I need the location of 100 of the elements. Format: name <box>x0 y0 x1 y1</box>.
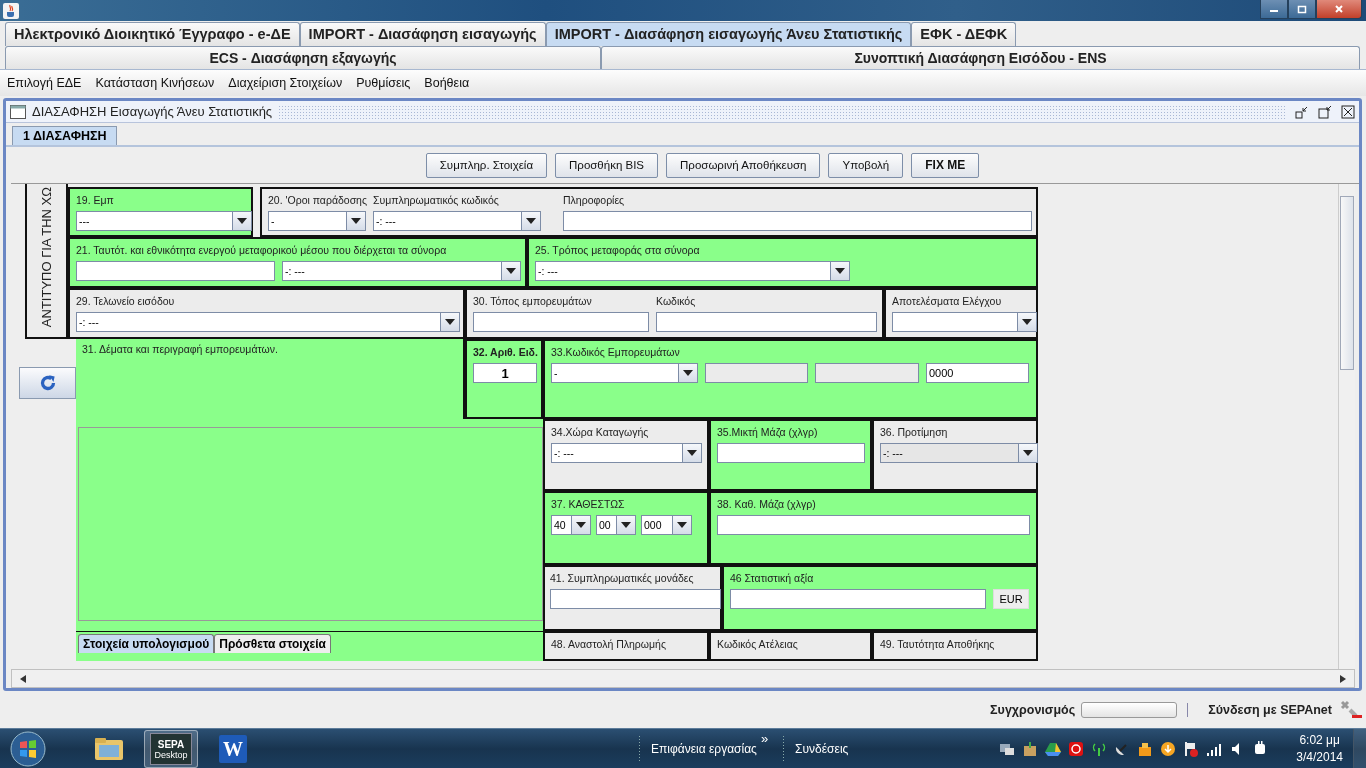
field-label: 34.Χώρα Καταγωγής <box>551 426 650 438</box>
input-field[interactable]: 1 <box>473 363 537 383</box>
field-label: Συμπληρωματικός κωδικός <box>373 194 500 206</box>
section-tab[interactable]: Στοιχεία υπολογισμού <box>78 634 215 653</box>
caret-icon <box>1023 450 1033 456</box>
dropdown[interactable]: - <box>268 211 366 231</box>
dropdown[interactable] <box>892 312 1037 332</box>
menu-item[interactable]: Ρυθμίσεις <box>356 76 411 90</box>
dropdown[interactable]: 40 <box>551 515 591 535</box>
action-button[interactable]: Συμπληρ. Στοιχεία <box>425 152 548 178</box>
field-label: Κωδικός <box>656 295 697 307</box>
minimize-button[interactable] <box>1260 0 1288 19</box>
field-label: Αποτελέσματα Ελέγχου <box>892 295 1003 307</box>
action-button[interactable]: Προσωρινή Αποθήκευση <box>666 152 821 178</box>
action-button[interactable]: FIX ME <box>911 152 980 178</box>
package-icon[interactable] <box>1022 741 1039 757</box>
input-field[interactable] <box>563 211 1032 231</box>
maximize-button[interactable] <box>1288 0 1316 19</box>
dropdown[interactable]: -: --- <box>551 443 702 463</box>
field-label: 25. Τρόπος μεταφοράς στα σύνορα <box>535 244 701 256</box>
left-arrow-icon[interactable] <box>20 674 26 683</box>
update-icon[interactable] <box>1160 741 1177 757</box>
input-field[interactable] <box>76 261 275 281</box>
minimize-icon[interactable] <box>1295 104 1309 119</box>
field-label: Κωδικός Ατέλειας <box>717 638 799 650</box>
dropdown[interactable]: --- <box>76 211 252 231</box>
box-icon[interactable] <box>1137 741 1154 757</box>
field-label: 30. Τόπος εμπορευμάτων <box>473 295 593 307</box>
flag-icon[interactable] <box>1183 741 1200 757</box>
triangle-icon[interactable] <box>1045 741 1062 757</box>
field-label: 33.Κωδικός Εμπορευμάτων <box>551 346 681 358</box>
clock[interactable]: 6:02 μμ 3/4/2014 <box>1296 732 1343 766</box>
side-label: ΑΝΤΙΤΥΠΟ ΓΙΑ ΤΗΝ ΧΩ <box>39 187 54 328</box>
window-icon <box>10 104 26 119</box>
close-icon <box>1334 4 1344 14</box>
field-label: 49. Ταυτότητα Αποθήκης <box>880 638 996 650</box>
taskbar-app[interactable]: SEPA Desktop <box>144 730 198 768</box>
app-tab[interactable]: IMPORT - Διασάφηση εισαγωγής <box>299 22 546 46</box>
dropdown[interactable]: -: --- <box>282 261 521 281</box>
close-icon[interactable] <box>1341 104 1355 119</box>
section-tab[interactable]: Πρόσθετα στοιχεία <box>214 634 331 653</box>
input-field[interactable] <box>717 515 1030 535</box>
action-button[interactable]: Προσθήκη BIS <box>555 152 659 178</box>
input-field[interactable]: 0000 <box>926 363 1029 383</box>
caret-icon <box>677 522 687 528</box>
dropdown[interactable]: 00 <box>596 515 636 535</box>
field-label: 35.Μικτή Μάζα (χλγρ) <box>717 426 819 438</box>
antenna-icon[interactable] <box>1091 741 1108 757</box>
field-label: 29. Τελωνείο εισόδου <box>76 295 176 307</box>
sync-label: Συγχρονισμός <box>990 702 1076 717</box>
clock-time: 6:02 μμ <box>1299 732 1340 749</box>
document-tab[interactable]: 1 ΔΙΑΣΑΦΗΣΗ <box>12 126 118 145</box>
caret-icon <box>445 319 455 325</box>
field-label: 37. ΚΑΘΕΣΤΩΣ <box>551 498 626 510</box>
input-field[interactable] <box>717 443 865 463</box>
caret-icon <box>1022 319 1032 325</box>
dropdown[interactable]: -: --- <box>76 312 460 332</box>
toolbar-label[interactable]: Συνδέσεις <box>795 742 849 756</box>
signal-bars-icon[interactable] <box>1206 741 1223 757</box>
start-button[interactable] <box>10 731 46 767</box>
input-field[interactable] <box>730 589 986 609</box>
field-label: 31. Δέματα και περιγραφή εμπορευμάτων. <box>82 343 279 355</box>
app-tab[interactable]: IMPORT - Διασάφηση εισαγωγής Άνευ Στατιστικής <box>545 22 912 46</box>
field-label: 21. Ταυτότ. και εθνικότητα ενεργού μεταφορικού μέσου που διέρχεται τα σύνορα <box>76 244 448 256</box>
caret-icon <box>526 218 536 224</box>
clock-date: 3/4/2014 <box>1296 749 1343 766</box>
app-tab[interactable]: ECS - Διασάφηση εξαγωγής <box>5 46 601 69</box>
menu-item[interactable]: Διαχείριση Στοιχείων <box>228 76 343 90</box>
vertical-scrollbar[interactable] <box>1338 184 1355 669</box>
input-field[interactable] <box>550 589 721 609</box>
caret-icon <box>687 450 697 456</box>
close-button[interactable] <box>1316 0 1362 19</box>
menu-item[interactable]: Κατάσταση Κινήσεων <box>95 76 215 90</box>
connection-label: Σύνδεση με SEPAnet <box>1208 702 1332 717</box>
horizontal-scrollbar[interactable] <box>11 669 1355 688</box>
dropdown[interactable]: - <box>551 363 698 383</box>
refresh-button[interactable] <box>19 367 76 399</box>
ring-icon[interactable] <box>1068 741 1085 757</box>
right-arrow-icon[interactable] <box>1340 674 1346 683</box>
input-field[interactable] <box>473 312 649 332</box>
toolbar-label[interactable]: Επιφάνεια εργασίας <box>651 742 757 756</box>
folder-icon <box>94 736 124 762</box>
chevron[interactable]: » <box>760 731 769 746</box>
app-tab[interactable]: Συνοπτική Διασάφηση Εισόδου - ENS <box>601 46 1360 69</box>
dropdown[interactable]: -: --- <box>373 211 541 231</box>
monitor-icon[interactable] <box>999 741 1016 757</box>
app-tab[interactable]: Ηλεκτρονικό Διοικητικό Έγγραφο - e-ΔΕ <box>5 22 300 46</box>
input-field[interactable] <box>656 312 877 332</box>
maximize-icon[interactable] <box>1318 104 1332 119</box>
field-label: 20. 'Οροι παράδοσης <box>268 194 366 206</box>
action-button[interactable]: Υποβολή <box>828 152 904 178</box>
app-tab[interactable]: ΕΦΚ - ΔΕΦΚ <box>911 22 1017 46</box>
field-label: 19. Εμπ <box>76 194 115 206</box>
menu-item[interactable]: Βοήθεια <box>424 76 470 90</box>
menu-item[interactable]: Επιλογή ΕΔΕ <box>7 76 82 90</box>
dropdown[interactable]: 000 <box>641 515 692 535</box>
window-title: ΔΙΑΣΑΦΗΣΗ Εισαγωγής Άνευ Στατιστικής <box>32 104 273 119</box>
field-label: Πληροφορίες <box>563 194 626 206</box>
taskbar-app[interactable]: W <box>206 730 260 768</box>
dropdown[interactable]: -: --- <box>535 261 850 281</box>
